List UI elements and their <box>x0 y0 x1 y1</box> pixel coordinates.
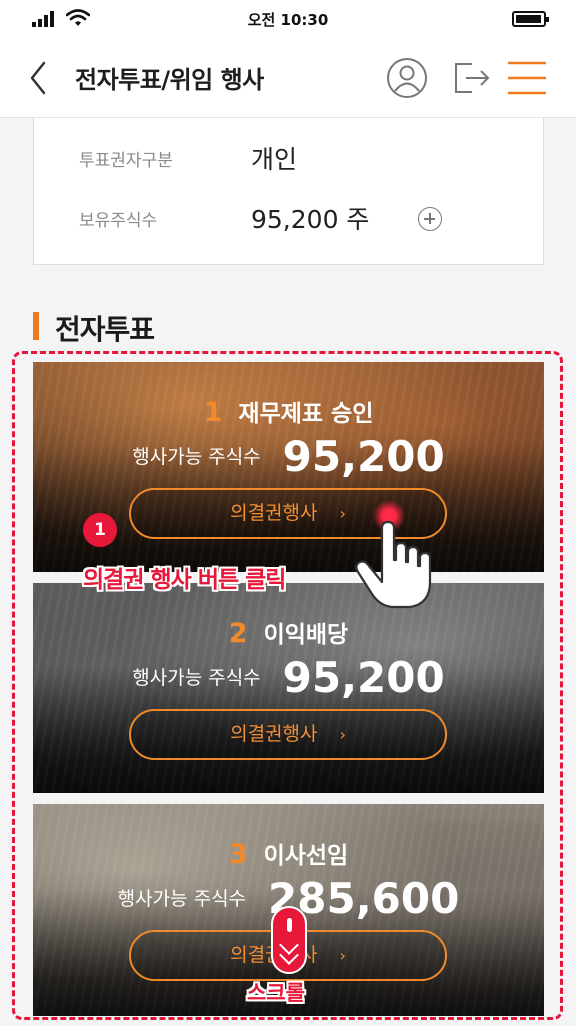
voter-type-label: 투표권자구분 <box>79 151 173 171</box>
scroll-mouse-icon <box>271 906 307 974</box>
step-badge: 1 <box>83 513 117 547</box>
scroll-instruction-text: 스크롤 <box>247 981 305 1005</box>
back-arrow-icon[interactable] <box>24 58 54 98</box>
voter-type-row: 투표권자구분 개인 <box>79 138 519 178</box>
status-time: 오전 10:30 <box>247 11 329 29</box>
section-title-text: 전자투표 <box>55 313 155 346</box>
section-accent-bar <box>33 312 39 340</box>
user-profile-icon[interactable] <box>385 56 429 100</box>
hamburger-menu-icon[interactable] <box>506 56 548 100</box>
status-bar: 오전 10:30 <box>0 0 576 38</box>
logout-icon[interactable] <box>450 56 494 100</box>
page-title: 전자투표/위임 행사 <box>75 66 264 94</box>
shares-held-label: 보유주식수 <box>79 211 158 231</box>
voter-info-card: 투표권자구분 개인 보유주식수 95,200 주 <box>33 118 544 265</box>
tap-hand-icon <box>355 520 432 609</box>
click-instruction-text: 의결권 행사 버튼 클릭 <box>83 567 286 593</box>
shares-held-value: 95,200 주 <box>251 205 370 234</box>
plus-circle-icon[interactable] <box>418 207 442 231</box>
battery-icon <box>512 11 549 27</box>
shares-held-row: 보유주식수 95,200 주 <box>79 198 519 238</box>
app-header: 전자투표/위임 행사 <box>0 38 576 118</box>
voter-type-value: 개인 <box>251 145 298 174</box>
